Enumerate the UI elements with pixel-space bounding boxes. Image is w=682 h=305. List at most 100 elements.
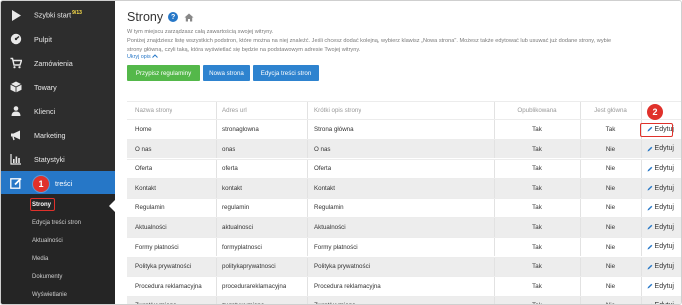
- cart-icon: [10, 57, 22, 69]
- submenu-item-documents[interactable]: Dokumenty: [32, 274, 62, 280]
- main-content: Strony ? W tym miejscu zarządzasz całą z…: [115, 1, 681, 304]
- sidebar-item-content[interactable]: treści: [1, 171, 115, 195]
- table-row: Kontakt kontakt Kontakt Tak Nie Edytuj: [127, 178, 681, 198]
- sidebar-item-label: Pulpit: [34, 34, 52, 44]
- sidebar-item-marketing[interactable]: Marketing: [1, 123, 115, 147]
- cell-name: Zwrot/wymiana: [135, 297, 177, 304]
- hide-description-link[interactable]: Ukryj opis: [127, 54, 159, 60]
- cell-name: Polityka prywatności: [135, 263, 192, 271]
- sidebar-item-label: Statystyki: [34, 154, 65, 164]
- app-window: Szybki start9/13 Pulpit Zamówienia Towar…: [0, 0, 682, 305]
- assign-terms-button[interactable]: Przypisz regulaminy: [127, 65, 200, 81]
- cell-description: Polityka prywatności: [314, 263, 371, 271]
- cell-url: formyplatnosci: [222, 243, 262, 251]
- edit-button[interactable]: Edytuj: [640, 261, 674, 273]
- sidebar-item-customers[interactable]: Klienci: [1, 99, 115, 123]
- edit-button[interactable]: Edytuj: [640, 182, 674, 194]
- sidebar-item-dashboard[interactable]: Pulpit: [1, 27, 115, 51]
- edit-button[interactable]: Edytuj: [640, 221, 674, 233]
- cell-url: procedurareklamacyjna: [222, 282, 287, 290]
- cell-url: zwrotywymiana: [222, 297, 264, 304]
- sidebar-item-quick-start[interactable]: Szybki start9/13: [1, 3, 115, 27]
- edit-label: Edytuj: [654, 204, 674, 212]
- pencil-icon: [647, 283, 653, 289]
- column-divider: [216, 296, 217, 304]
- column-divider: [307, 237, 308, 257]
- sidebar-item-products[interactable]: Towary: [1, 75, 115, 99]
- cell-is-main: Nie: [580, 297, 641, 304]
- dashboard-icon: [10, 33, 22, 45]
- edit-label: Edytuj: [654, 145, 674, 153]
- edit-button[interactable]: Edytuj: [640, 202, 674, 214]
- table-row: Formy płatności formyplatnosci Formy płatn…: [127, 236, 681, 257]
- table-row: Oferta oferta Oferta Tak Nie Edytuj: [127, 158, 681, 179]
- cell-is-main: Tak: [605, 126, 616, 134]
- column-divider: [307, 218, 308, 237]
- cell-description: Oferta: [314, 165, 332, 173]
- cell-description: Aktualności: [314, 224, 346, 232]
- submenu-item-news[interactable]: Aktualności: [32, 238, 63, 244]
- cube-icon: [10, 81, 22, 93]
- cell-description: Formy płatności: [314, 243, 358, 251]
- table-row: Polityka prywatności politykaprywatnosci P…: [127, 256, 681, 277]
- play-icon: [10, 9, 22, 21]
- sidebar-item-label: Marketing: [34, 130, 66, 140]
- new-page-button[interactable]: Nowa strona: [203, 65, 250, 81]
- sidebar-item-statistics[interactable]: Statystyki: [1, 147, 115, 171]
- pencil-icon: [647, 224, 653, 230]
- cell-description: O nas: [314, 145, 331, 153]
- edit-button[interactable]: Edytuj: [640, 163, 674, 175]
- table-row: Aktualności aktualnosci Aktualności Tak Nie E…: [127, 217, 681, 237]
- submenu-item-display[interactable]: Wyświetlanie: [32, 292, 67, 298]
- cell-description: Zwrot/wymiana: [314, 297, 356, 304]
- column-divider: [307, 296, 308, 304]
- submenu-item-media[interactable]: Media: [32, 256, 48, 262]
- column-divider: [307, 159, 308, 179]
- cell-is-main: Nie: [605, 165, 616, 173]
- cell-name: Regulamin: [135, 204, 165, 212]
- annotation-highlight-pages: [30, 198, 55, 211]
- edit-button[interactable]: Edytuj: [640, 300, 674, 304]
- progress-badge: 9/13: [72, 10, 82, 17]
- pencil-icon: [647, 185, 653, 191]
- sidebar-item-label: Szybki start: [34, 10, 72, 20]
- help-icon[interactable]: ?: [168, 12, 179, 22]
- column-divider: [216, 257, 217, 277]
- edit-label: Edytuj: [654, 282, 674, 290]
- chart-icon: [10, 153, 22, 165]
- edit-button[interactable]: Edytuj: [640, 241, 674, 253]
- cell-name: Aktualności: [135, 224, 167, 232]
- cell-url: regulamin: [222, 204, 250, 212]
- column-divider: [216, 102, 217, 120]
- cell-url: oferta: [222, 165, 238, 173]
- home-icon[interactable]: [184, 13, 194, 22]
- submenu-item-page-content[interactable]: Edycja treści stron: [32, 220, 81, 226]
- column-divider: [307, 277, 308, 296]
- cell-is-main: Nie: [605, 282, 616, 290]
- sidebar-item-label: treści: [55, 178, 73, 188]
- cell-description: Procedura reklamacyjna: [314, 282, 381, 290]
- table-row: Zwrot/wymiana zwrotywymiana Zwrot/wymiana T…: [127, 295, 681, 304]
- column-divider: [307, 102, 308, 120]
- annotation-highlight-edit: [640, 123, 673, 137]
- edit-page-content-button[interactable]: Edycja treści stron: [253, 65, 319, 81]
- cell-description: Kontakt: [314, 184, 335, 192]
- description-line: strony główną, czyli taką, która wyświet…: [127, 47, 361, 53]
- edit-button[interactable]: Edytuj: [640, 143, 674, 155]
- cell-is-main: Nie: [605, 243, 616, 251]
- cell-url: politykaprywatnosci: [222, 263, 276, 271]
- cell-url: kontakt: [222, 184, 242, 192]
- cell-name: O nas: [135, 145, 152, 153]
- column-divider: [216, 218, 217, 237]
- edit-button[interactable]: Edytuj: [640, 280, 674, 292]
- column-divider: [216, 237, 217, 257]
- sidebar-item-orders[interactable]: Zamówienia: [1, 51, 115, 75]
- sidebar-item-label: Towary: [34, 82, 57, 92]
- pencil-icon: [647, 166, 653, 172]
- pencil-icon: [647, 205, 653, 211]
- column-divider: [216, 120, 217, 139]
- chevron-up-icon: [152, 54, 159, 58]
- column-divider: [307, 198, 308, 218]
- cell-name: Procedura reklamacyjna: [135, 282, 202, 290]
- pencil-icon: [647, 264, 653, 270]
